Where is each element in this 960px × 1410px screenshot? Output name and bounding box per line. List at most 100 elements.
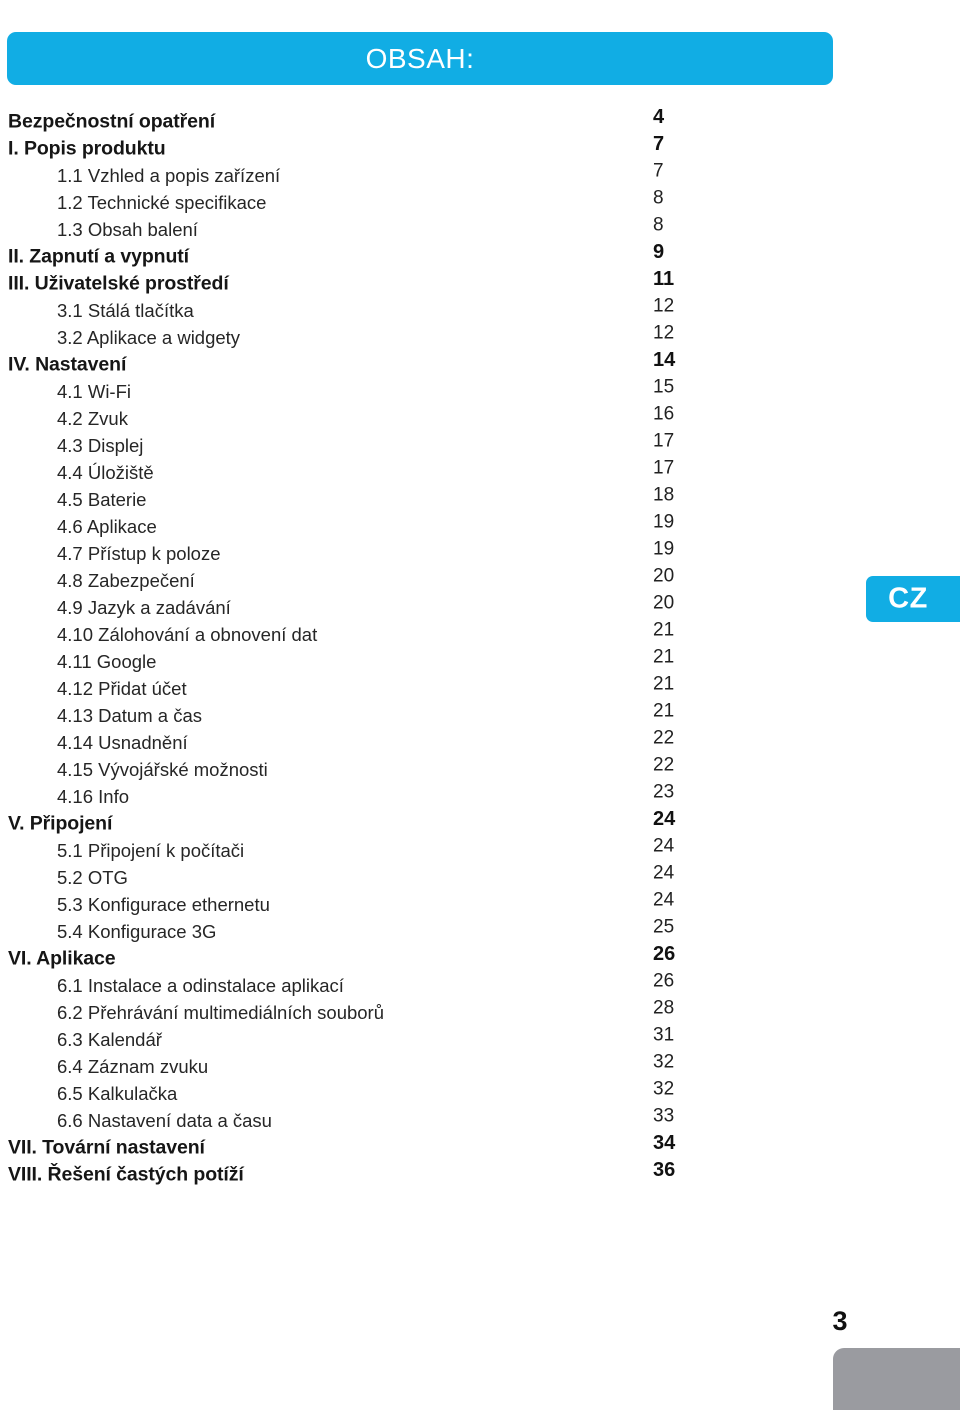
toc-entry-page-number: 24	[653, 807, 676, 830]
toc-row[interactable]: 4.2 Zvuk 16	[0, 404, 840, 432]
toc-row[interactable]: 5.2 OTG 24	[0, 862, 840, 891]
toc-entry-label: 4.11 Google	[57, 650, 157, 672]
toc-entry-page-number: 21	[653, 673, 675, 694]
toc-row[interactable]: 4.7 Přístup k poloze 19	[0, 539, 840, 567]
toc-entry-label: 6.1 Instalace a odinstalace aplikací	[57, 974, 344, 996]
toc-row[interactable]: VI. Aplikace 26	[0, 942, 840, 972]
toc-row[interactable]: V. Připojení 24	[0, 807, 840, 837]
toc-row[interactable]: 6.2 Přehrávání multimediálních souborů 28	[0, 997, 840, 1026]
toc-row[interactable]: 1.3 Obsah balení 8	[0, 214, 840, 243]
toc-entry-page-number: 9	[653, 240, 665, 263]
toc-row[interactable]: II. Zapnutí a vypnutí 9	[0, 240, 840, 270]
toc-entry-page-number: 34	[653, 1131, 676, 1154]
toc-entry-label: 5.4 Konfigurace 3G	[57, 920, 217, 942]
toc-entry-page-number: 23	[653, 781, 675, 802]
page-number: 3	[832, 1306, 848, 1336]
toc-entry-label: 4.1 Wi-Fi	[57, 380, 131, 402]
toc-entry-label: 4.3 Displej	[57, 434, 144, 456]
toc-entry-label: 5.2 OTG	[57, 866, 128, 888]
toc-row[interactable]: 5.3 Konfigurace ethernetu 24	[0, 889, 840, 918]
toc-entry-label: IV. Nastavení	[8, 352, 127, 375]
toc-row[interactable]: 1.2 Technické specifikace 8	[0, 187, 840, 216]
language-tab-cz: CZ	[866, 576, 960, 622]
toc-entry-page-number: 20	[653, 565, 675, 586]
toc-entry-label: 4.6 Aplikace	[57, 515, 157, 537]
toc-entry-page-number: 11	[653, 267, 675, 290]
toc-entry-label: 6.2 Přehrávání multimediálních souborů	[57, 1001, 385, 1023]
toc-entry-label: 1.3 Obsah balení	[57, 218, 198, 240]
toc-entry-page-number: 33	[653, 1105, 675, 1126]
toc-entry-page-number: 20	[653, 592, 675, 613]
toc-entry-page-number: 22	[653, 754, 675, 775]
toc-entry-page-number: 28	[653, 997, 675, 1018]
toc-entry-label: 4.14 Usnadnění	[57, 731, 188, 753]
toc-row[interactable]: 4.8 Zabezpečení 20	[0, 565, 840, 594]
toc-entry-label: 4.7 Přístup k poloze	[57, 542, 221, 564]
toc-row[interactable]: VIII. Řešení častých potíží 36	[0, 1160, 840, 1188]
toc-entry-page-number: 24	[653, 889, 675, 910]
toc-entry-label: 4.9 Jazyk a zadávání	[57, 596, 231, 618]
toc-row[interactable]: 6.3 Kalendář 31	[0, 1025, 840, 1053]
toc-entry-label: 4.15 Vývojářské možnosti	[57, 758, 268, 780]
toc-row[interactable]: 4.4 Úložiště 17	[0, 457, 840, 486]
toc-row[interactable]: 5.1 Připojení k počítači 24	[0, 835, 840, 864]
toc-row[interactable]: 1.1 Vzhled a popis zařízení 7	[0, 161, 840, 189]
toc-row[interactable]: 4.15 Vývojářské možnosti 22	[0, 754, 840, 783]
toc-row[interactable]: Bezpečnostní opatření 4	[0, 105, 840, 135]
toc-row[interactable]: 4.10 Zálohování a obnovení dat 21	[0, 620, 840, 648]
toc-row[interactable]: 4.13 Datum a čas 21	[0, 700, 840, 729]
toc-entry-label: Bezpečnostní opatření	[8, 109, 216, 132]
toc-entry-page-number: 26	[653, 970, 675, 991]
toc-entry-page-number: 21	[653, 700, 675, 721]
toc-row[interactable]: 6.5 Kalkulačka 32	[0, 1078, 840, 1107]
toc-entry-page-number: 8	[653, 214, 664, 235]
toc-row[interactable]: III. Uživatelské prostředí 11	[0, 267, 840, 297]
toc-entry-label: I. Popis produktu	[8, 136, 166, 159]
toc-entry-page-number: 25	[653, 916, 675, 937]
toc-entry-label: 5.3 Konfigurace ethernetu	[57, 893, 270, 915]
toc-entry-page-number: 17	[653, 457, 675, 478]
toc-entry-label: 3.1 Stálá tlačítka	[57, 299, 194, 321]
page-title: OBSAH:	[365, 42, 475, 74]
toc-entry-page-number: 26	[653, 942, 676, 965]
toc-entry-label: 4.13 Datum a čas	[57, 704, 202, 726]
toc-row[interactable]: VII. Tovární nastavení 34	[0, 1131, 840, 1161]
toc-entry-label: 4.5 Baterie	[57, 488, 147, 510]
toc-row[interactable]: 4.16 Info 23	[0, 781, 840, 810]
toc-row[interactable]: 4.12 Přidat účet 21	[0, 673, 840, 702]
toc-row[interactable]: 4.6 Aplikace 19	[0, 511, 840, 540]
toc-row[interactable]: 4.5 Baterie 18	[0, 484, 840, 513]
toc-entry-label: 6.6 Nastavení data a času	[57, 1109, 272, 1131]
toc-entry-page-number: 19	[653, 511, 675, 532]
toc-entry-label: VI. Aplikace	[8, 946, 116, 969]
toc-entry-page-number: 21	[653, 646, 675, 667]
toc-row[interactable]: IV. Nastavení 14	[0, 348, 840, 378]
toc-entry-label: 4.10 Zálohování a obnovení dat	[57, 623, 318, 645]
toc-row[interactable]: 5.4 Konfigurace 3G 25	[0, 916, 840, 945]
toc-entry-page-number: 18	[653, 484, 675, 505]
toc-entry-page-number: 7	[653, 132, 665, 155]
toc-row[interactable]: 4.3 Displej 17	[0, 431, 840, 459]
toc-row[interactable]: 6.1 Instalace a odinstalace aplikací 26	[0, 970, 840, 999]
toc-entry-label: III. Uživatelské prostředí	[8, 271, 229, 294]
toc-entry-page-number: 14	[653, 348, 676, 371]
toc-entry-page-number: 12	[653, 322, 675, 343]
toc-entry-page-number: 32	[653, 1051, 675, 1072]
toc-row[interactable]: 6.4 Záznam zvuku 32	[0, 1051, 840, 1080]
toc-entry-label: 4.12 Přidat účet	[57, 677, 187, 699]
toc-entry-page-number: 24	[653, 862, 675, 883]
toc-entry-page-number: 24	[653, 835, 675, 856]
toc-row[interactable]: 6.6 Nastavení data a času 33	[0, 1105, 840, 1134]
toc-entry-page-number: 4	[653, 105, 665, 128]
toc-row[interactable]: 3.1 Stálá tlačítka 12	[0, 296, 840, 324]
toc-row[interactable]: 4.14 Usnadnění 22	[0, 728, 840, 756]
toc-entry-page-number: 32	[653, 1078, 675, 1099]
toc-row[interactable]: 4.9 Jazyk a zadávání 20	[0, 592, 840, 621]
toc-entry-label: 4.16 Info	[57, 785, 130, 807]
toc-row[interactable]: 4.11 Google 21	[0, 646, 840, 675]
toc-row[interactable]: I. Popis produktu 7	[0, 132, 840, 162]
toc-entry-label: 1.1 Vzhled a popis zařízení	[57, 164, 281, 186]
toc-row[interactable]: 4.1 Wi-Fi 15	[0, 377, 840, 405]
toc-entry-page-number: 8	[653, 187, 664, 208]
toc-row[interactable]: 3.2 Aplikace a widgety 12	[0, 322, 840, 351]
